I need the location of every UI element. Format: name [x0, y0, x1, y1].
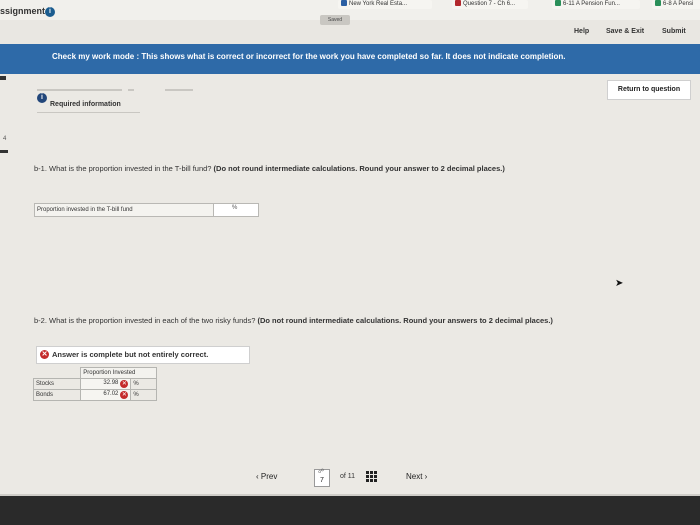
- table-header-row: Proportion Invested: [34, 367, 157, 379]
- table-row: Stocks 32.98 ✕ %: [32, 378, 157, 390]
- required-info-underline: [37, 112, 140, 113]
- percent-unit: %: [130, 378, 157, 390]
- page-loader-icon: ☍: [318, 469, 325, 475]
- question-content: [0, 74, 700, 494]
- question-b1: b-1. What is the proportion invested in …: [34, 164, 594, 173]
- browser-tab[interactable]: New York Real Esta...: [338, 0, 432, 9]
- left-edge-marker: [0, 76, 6, 80]
- question-b2-text: b-2. What is the proportion invested in …: [34, 316, 258, 325]
- banner-text: Check my work mode : This shows what is …: [52, 52, 566, 61]
- table-header: Proportion Invested: [80, 367, 157, 379]
- question-b2-note: (Do not round intermediate calculations.…: [257, 316, 553, 325]
- tab-favicon-icon: [555, 0, 561, 6]
- part-tab-line[interactable]: [37, 89, 122, 91]
- answer-table: Proportion Invested Stocks 32.98 ✕ % Bond…: [32, 367, 157, 401]
- required-info-icon: i: [37, 93, 47, 103]
- bonds-value-input[interactable]: 67.02 ✕: [80, 389, 132, 401]
- help-link[interactable]: Help: [574, 28, 589, 35]
- table-corner-cell: [34, 368, 81, 379]
- bottom-bar: [0, 496, 700, 525]
- required-information-label[interactable]: Required information: [50, 101, 121, 108]
- answer-status-text: Answer is complete but not entirely corr…: [52, 350, 209, 359]
- row-label: Stocks: [32, 378, 82, 390]
- assignment-title: ssignment: [0, 6, 46, 16]
- browser-tab[interactable]: Question 7 - Ch 6...: [452, 0, 528, 9]
- saved-indicator: Saved: [320, 15, 350, 25]
- prev-button[interactable]: ‹ Prev: [256, 472, 277, 481]
- browser-tab[interactable]: 6-11 A Pension Fun...: [552, 0, 640, 9]
- browser-tab-strip: New York Real Esta... Question 7 - Ch 6.…: [0, 0, 700, 10]
- tab-favicon-icon: [455, 0, 461, 6]
- incorrect-icon: ✕: [40, 350, 49, 359]
- tab-favicon-icon: [341, 0, 347, 6]
- submit-button[interactable]: Submit: [662, 28, 686, 35]
- mouse-cursor-icon: ➤: [615, 278, 624, 289]
- tab-favicon-icon: [655, 0, 661, 6]
- row-label: Bonds: [32, 389, 82, 401]
- page-of: of 11: [340, 473, 356, 480]
- percent-unit: %: [130, 389, 157, 401]
- question-b2: b-2. What is the proportion invested in …: [34, 316, 594, 325]
- browser-tab[interactable]: 6-8 A Pensi: [652, 0, 700, 9]
- chevron-right-icon: ›: [422, 472, 428, 481]
- part-tab-line[interactable]: [165, 89, 193, 91]
- part-tab-line[interactable]: [128, 89, 134, 91]
- left-edge-number: 4: [3, 136, 7, 142]
- question-b1-note: (Do not round intermediate calculations.…: [213, 164, 505, 173]
- next-button[interactable]: Next ›: [406, 472, 427, 481]
- percent-unit: %: [232, 205, 238, 211]
- grid-icon[interactable]: [366, 471, 378, 483]
- table-row: Bonds 67.02 ✕ %: [32, 389, 157, 401]
- left-edge-marker: [0, 150, 8, 153]
- question-b1-text: b-1. What is the proportion invested in …: [34, 164, 214, 173]
- save-exit-button[interactable]: Save & Exit: [606, 28, 644, 35]
- incorrect-icon: ✕: [120, 380, 129, 388]
- info-icon[interactable]: i: [45, 7, 55, 17]
- incorrect-icon: ✕: [120, 391, 129, 399]
- tbill-proportion-label: Proportion invested in the T-bill fund: [34, 203, 214, 217]
- stocks-value-input[interactable]: 32.98 ✕: [80, 378, 132, 390]
- return-to-question-button[interactable]: Return to question: [607, 80, 691, 100]
